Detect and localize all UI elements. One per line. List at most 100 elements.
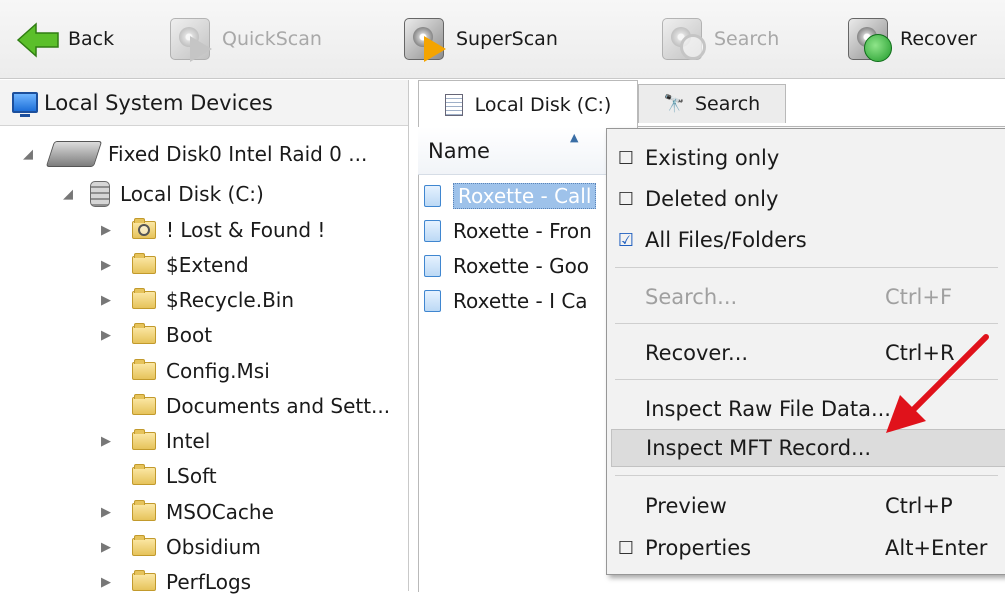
tree-item-msocache[interactable]: ▶ MSOCache [96, 495, 274, 529]
tree-item-label: Local Disk (C:) [120, 182, 264, 206]
binoculars-icon: 🔭 [663, 94, 685, 114]
lost-found-folder-icon [132, 218, 156, 239]
tab-search[interactable]: 🔭 Search [638, 84, 786, 123]
tab-local-disk[interactable]: Local Disk (C:) [418, 80, 638, 128]
folder-icon [132, 464, 156, 485]
superscan-disk-icon [402, 16, 448, 62]
tree-item-label: LSoft [166, 464, 217, 488]
menu-item-label: All Files/Folders [645, 228, 807, 252]
back-label: Back [68, 28, 115, 50]
menu-item-label: Inspect Raw File Data... [645, 397, 891, 421]
collapse-toggle[interactable]: ▶ [96, 434, 116, 449]
tree-item-label: Documents and Sett... [166, 394, 391, 418]
tree-item-lsoft[interactable]: LSoft [96, 459, 217, 493]
tab-label: Search [694, 93, 761, 115]
device-tree-header: Local System Devices [0, 80, 408, 126]
menu-item-label: Existing only [645, 146, 780, 170]
folder-icon [132, 323, 156, 344]
tree-item-config-msi[interactable]: Config.Msi [96, 354, 270, 388]
collapse-toggle[interactable]: ▶ [96, 293, 116, 308]
menu-item-properties[interactable]: ☐ Properties Alt+Enter [607, 529, 1005, 567]
file-icon [424, 220, 441, 242]
collapse-toggle[interactable]: ▶ [96, 223, 116, 238]
collapse-toggle[interactable]: ▶ [96, 258, 116, 273]
document-list-icon [444, 93, 463, 116]
tree-item-boot[interactable]: ▶ Boot [96, 318, 212, 352]
file-icon [424, 290, 441, 312]
superscan-label: SuperScan [456, 28, 558, 50]
file-name: Roxette - Goo [453, 254, 590, 278]
context-menu: ☐ Existing only ☐ Deleted only ☑ All Fil… [606, 128, 1005, 575]
search-toolbar-label: Search [714, 28, 780, 50]
collapse-toggle[interactable]: ▶ [96, 575, 116, 590]
back-button[interactable]: Back [14, 10, 114, 68]
menu-item-label: Deleted only [645, 187, 779, 211]
tree-item-label: Intel [166, 429, 211, 453]
file-row[interactable]: Roxette - Fron [424, 215, 592, 247]
quickscan-disk-icon [168, 16, 214, 62]
menu-item-search[interactable]: Search... Ctrl+F [607, 278, 1005, 316]
expand-toggle[interactable]: ◢ [18, 147, 38, 162]
tree-item-documents-settings[interactable]: Documents and Sett... [96, 389, 390, 423]
hard-disk-icon [45, 141, 103, 167]
tree-item-label: MSOCache [166, 500, 274, 524]
superscan-button[interactable]: SuperScan [402, 10, 558, 68]
collapse-toggle[interactable]: ▶ [96, 540, 116, 555]
menu-separator [615, 323, 998, 324]
collapse-toggle[interactable]: ▶ [96, 328, 116, 343]
checkbox-checked-icon: ☑ [617, 229, 635, 251]
checkbox-unchecked-icon: ☐ [617, 147, 635, 169]
tree-item-intel[interactable]: ▶ Intel [96, 424, 210, 458]
file-name: Roxette - I Ca [453, 289, 588, 313]
menu-item-all-files[interactable]: ☑ All Files/Folders [607, 221, 1005, 259]
computer-icon [12, 92, 38, 117]
folder-icon [132, 429, 156, 450]
tree-item-disk0[interactable]: ◢ Fixed Disk0 Intel Raid 0 ... [18, 137, 367, 171]
folder-icon [132, 253, 156, 274]
file-row[interactable]: Roxette - Goo [424, 250, 589, 282]
tree-item-label: PerfLogs [166, 570, 252, 594]
tree-item-label: Boot [166, 323, 213, 347]
expand-toggle[interactable]: ◢ [58, 187, 78, 202]
checkbox-unchecked-icon: ☐ [617, 537, 635, 559]
tree-item-recycle-bin[interactable]: ▶ $Recycle.Bin [96, 283, 294, 317]
search-toolbar-button[interactable]: Search [660, 10, 779, 68]
menu-separator [615, 379, 998, 380]
menu-shortcut: Ctrl+R [885, 341, 955, 365]
file-icon [424, 255, 441, 277]
menu-item-recover[interactable]: Recover... Ctrl+R [607, 334, 1005, 372]
menu-item-existing-only[interactable]: ☐ Existing only [607, 139, 1005, 177]
tree-item-perflogs[interactable]: ▶ PerfLogs [96, 565, 251, 599]
menu-item-preview[interactable]: Preview Ctrl+P [607, 487, 1005, 525]
name-column-header[interactable]: Name [418, 127, 618, 175]
tree-item-extend[interactable]: ▶ $Extend [96, 248, 249, 282]
tree-item-obsidium[interactable]: ▶ Obsidium [96, 530, 261, 564]
menu-item-inspect-mft[interactable]: Inspect MFT Record... [611, 429, 1005, 467]
menu-item-deleted-only[interactable]: ☐ Deleted only [607, 180, 1005, 218]
collapse-toggle[interactable]: ▶ [96, 505, 116, 520]
tree-item-lost-found[interactable]: ▶ ! Lost & Found ! [96, 213, 325, 247]
quickscan-button[interactable]: QuickScan [168, 10, 322, 68]
recover-button[interactable]: Recover [846, 10, 977, 68]
tree-item-label: $Recycle.Bin [166, 288, 295, 312]
menu-separator [615, 267, 998, 268]
tree-item-label: $Extend [166, 253, 249, 277]
sort-ascending-icon: ▲ [570, 131, 579, 144]
tree-item-label: Fixed Disk0 Intel Raid 0 ... [108, 142, 368, 166]
file-icon [424, 185, 441, 207]
menu-item-label: Inspect MFT Record... [646, 436, 872, 460]
menu-shortcut: Ctrl+P [885, 494, 953, 518]
checkbox-unchecked-icon: ☐ [617, 188, 635, 210]
recover-disk-icon [846, 16, 892, 62]
file-row[interactable]: Roxette - Call [424, 180, 597, 212]
quickscan-label: QuickScan [222, 28, 322, 50]
file-row[interactable]: Roxette - I Ca [424, 285, 588, 317]
tree-item-local-disk-c[interactable]: ◢ Local Disk (C:) [58, 177, 264, 211]
folder-icon [132, 500, 156, 521]
menu-shortcut: Ctrl+F [885, 285, 953, 309]
tree-item-label: Config.Msi [166, 359, 270, 383]
folder-icon [132, 535, 156, 556]
menu-item-inspect-raw[interactable]: Inspect Raw File Data... [607, 390, 1005, 428]
recover-label: Recover [900, 28, 977, 50]
folder-icon [132, 394, 156, 415]
